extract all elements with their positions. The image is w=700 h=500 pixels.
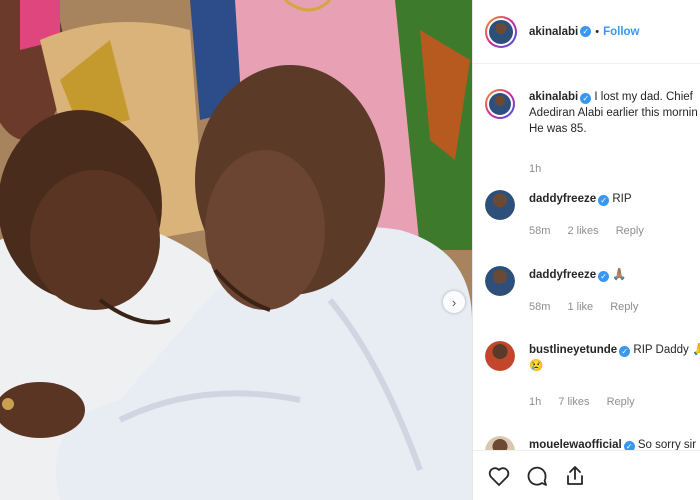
comment-body: daddyfreeze ✓ 🙏🏽 bbox=[529, 267, 700, 283]
comment-username[interactable]: mouelewaofficial bbox=[529, 439, 622, 450]
comment-body: daddyfreeze ✓ RIP bbox=[529, 191, 700, 207]
comment-likes[interactable]: 7 likes bbox=[558, 396, 589, 408]
separator-dot: • bbox=[595, 25, 600, 38]
caption-age: 1h bbox=[529, 163, 542, 175]
verified-icon: ✓ bbox=[580, 93, 592, 104]
comment-text-line2: 😢 bbox=[529, 360, 544, 372]
verified-icon: ✓ bbox=[580, 26, 592, 37]
comment-body: mouelewaofficial ✓ So sorry sir bbox=[529, 437, 700, 450]
comment-meta: 1h 7 likes Reply bbox=[529, 396, 649, 408]
caption-meta: 1h bbox=[529, 163, 555, 175]
comment-text: 🙏🏽 bbox=[612, 269, 627, 281]
caption-text-line: He was 85. bbox=[529, 123, 587, 135]
verified-icon: ✓ bbox=[619, 346, 631, 357]
post-actions bbox=[473, 450, 700, 500]
post-side-panel: akinalabi ✓ • Follow akinalabi ✓ I lost m… bbox=[472, 0, 700, 500]
avatar[interactable] bbox=[485, 266, 515, 296]
comment-text: RIP Daddy 🙏 bbox=[633, 344, 700, 356]
heart-icon[interactable] bbox=[487, 464, 511, 488]
post-photo[interactable]: › bbox=[0, 0, 472, 500]
avatar[interactable] bbox=[485, 15, 517, 48]
comment-text: So sorry sir bbox=[637, 439, 697, 450]
caption-username[interactable]: akinalabi bbox=[529, 91, 578, 103]
comment-body: bustlineyetunde ✓ RIP Daddy 🙏 😢 bbox=[529, 342, 700, 374]
caption-body: akinalabi ✓ I lost my dad. Chief Adediran… bbox=[529, 89, 700, 137]
verified-icon: ✓ bbox=[598, 195, 610, 206]
comment-icon[interactable] bbox=[525, 464, 549, 488]
caption-text-line: I lost my dad. Chief bbox=[594, 91, 693, 103]
photo-illustration bbox=[0, 0, 472, 500]
comment-text: RIP bbox=[612, 193, 632, 205]
verified-icon: ✓ bbox=[598, 271, 610, 282]
avatar[interactable] bbox=[485, 89, 515, 119]
comment-age: 58m bbox=[529, 301, 551, 313]
reply-button[interactable]: Reply bbox=[616, 225, 644, 237]
comment-username[interactable]: daddyfreeze bbox=[529, 269, 596, 281]
carousel-next-button[interactable]: › bbox=[443, 291, 465, 313]
avatar[interactable] bbox=[485, 436, 515, 450]
share-icon[interactable] bbox=[563, 464, 587, 488]
comment-age: 58m bbox=[529, 225, 551, 237]
comment-likes[interactable]: 2 likes bbox=[567, 225, 598, 237]
comment-meta: 58m 2 likes Reply bbox=[529, 225, 658, 237]
avatar[interactable] bbox=[485, 341, 515, 371]
comment-username[interactable]: daddyfreeze bbox=[529, 193, 596, 205]
post-header: akinalabi ✓ • Follow bbox=[473, 0, 700, 64]
comment-username[interactable]: bustlineyetunde bbox=[529, 344, 617, 356]
comment-meta: 58m 1 like Reply bbox=[529, 301, 652, 313]
caption-text-line: Adediran Alabi earlier this mornin bbox=[529, 107, 698, 119]
comment-likes[interactable]: 1 like bbox=[567, 301, 593, 313]
comments-list[interactable]: akinalabi ✓ I lost my dad. Chief Adediran… bbox=[473, 64, 700, 450]
comment-age: 1h bbox=[529, 396, 542, 408]
carousel-next-icon: › bbox=[451, 294, 457, 310]
follow-button[interactable]: Follow bbox=[603, 26, 639, 38]
verified-icon: ✓ bbox=[623, 441, 635, 450]
reply-button[interactable]: Reply bbox=[607, 396, 635, 408]
avatar[interactable] bbox=[485, 190, 515, 220]
author-username[interactable]: akinalabi bbox=[529, 26, 578, 38]
reply-button[interactable]: Reply bbox=[610, 301, 638, 313]
